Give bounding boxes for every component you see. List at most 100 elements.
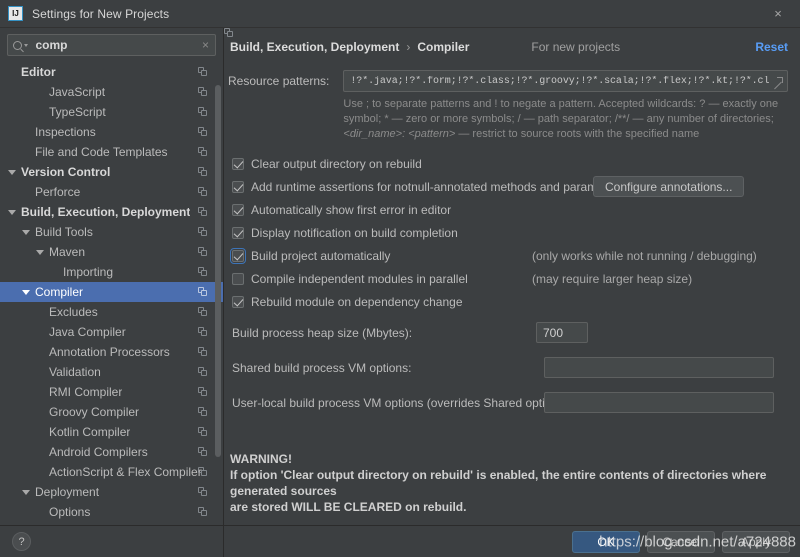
sidebar-item-gradle-android-compiler[interactable]: Gradle-Android Compiler [0, 522, 223, 525]
copy-icon[interactable] [198, 487, 207, 496]
copy-icon[interactable] [198, 447, 207, 456]
sidebar-item-importing[interactable]: Importing [0, 262, 223, 282]
copy-icon[interactable] [198, 507, 207, 516]
sidebar-item-label: JavaScript [49, 85, 106, 99]
settings-tree-scroll: Editor JavaScript TypeScript Inspections Fil… [0, 61, 223, 525]
sidebar-item-javascript[interactable]: JavaScript [0, 82, 223, 102]
configure-annotations-button[interactable]: Configure annotations... [593, 176, 745, 197]
copy-icon[interactable] [198, 347, 207, 356]
sidebar-item-build-tools[interactable]: Build Tools [0, 222, 223, 242]
checkbox-automatically-show-first-error-in-editor[interactable] [232, 204, 244, 216]
copy-icon[interactable] [198, 227, 207, 236]
sidebar-item-typescript[interactable]: TypeScript [0, 102, 223, 122]
copy-icon[interactable] [198, 187, 207, 196]
cancel-button[interactable]: Cancel [647, 530, 715, 553]
sidebar-item-validation[interactable]: Validation [0, 362, 223, 382]
copy-icon[interactable] [198, 307, 207, 316]
checkbox-label-clear-output-directory-on-rebuild[interactable]: Clear output directory on rebuild [251, 157, 422, 171]
heap-size-row: Build process heap size (Mbytes): [232, 322, 788, 343]
checkbox-compile-independent-modules-in-parallel[interactable] [232, 273, 244, 285]
sidebar-item-excludes[interactable]: Excludes [0, 302, 223, 322]
copy-icon[interactable] [198, 127, 207, 136]
checkbox-note-compile-independent-modules-in-parallel: (may require larger heap size) [532, 272, 693, 286]
sidebar-item-label: Kotlin Compiler [49, 425, 131, 439]
sidebar-item-groovy-compiler[interactable]: Groovy Compiler [0, 402, 223, 422]
copy-icon[interactable] [198, 207, 207, 216]
ok-button[interactable]: OK [572, 530, 640, 553]
expand-arrow-icon[interactable] [22, 229, 30, 235]
sidebar-item-inspections[interactable]: Inspections [0, 122, 223, 142]
sidebar-item-options[interactable]: Options [0, 502, 223, 522]
sidebar-item-label: Compiler [35, 285, 84, 299]
checkbox-row-clear-output-directory-on-rebuild: Clear output directory on rebuild [232, 155, 788, 173]
chevron-down-icon[interactable] [23, 43, 28, 47]
expand-arrow-icon[interactable] [8, 209, 16, 215]
checkbox-add-runtime-assertions-for-notnull-annotated-methods-and-parameters[interactable] [232, 181, 244, 193]
checkbox-label-display-notification-on-build-completion[interactable]: Display notification on build completion [251, 226, 458, 240]
checkbox-rebuild-module-on-dependency-change[interactable] [232, 296, 244, 308]
userlocal-vm-options-row: User-local build process VM options (ove… [232, 392, 788, 413]
sidebar-item-editor[interactable]: Editor [0, 62, 223, 82]
checkbox-label-automatically-show-first-error-in-editor[interactable]: Automatically show first error in editor [251, 203, 451, 217]
copy-icon[interactable] [198, 147, 207, 156]
sidebar-item-android-compilers[interactable]: Android Compilers [0, 442, 223, 462]
checkbox-label-compile-independent-modules-in-parallel[interactable]: Compile independent modules in parallel [251, 272, 468, 286]
checkbox-label-rebuild-module-on-dependency-change[interactable]: Rebuild module on dependency change [251, 295, 463, 309]
resource-patterns-input[interactable] [350, 75, 769, 87]
heap-size-input[interactable] [536, 322, 588, 343]
sidebar-item-compiler[interactable]: Compiler [0, 282, 223, 302]
reset-link[interactable]: Reset [755, 40, 788, 54]
breadcrumb-root[interactable]: Build, Execution, Deployment [230, 40, 399, 54]
copy-icon[interactable] [198, 387, 207, 396]
dialog-body: × Editor JavaScript TypeScript Inspections F… [0, 28, 800, 557]
sidebar-item-java-compiler[interactable]: Java Compiler [0, 322, 223, 342]
apply-button[interactable]: Apply [722, 530, 790, 553]
sidebar-item-version-control[interactable]: Version Control [0, 162, 223, 182]
expand-arrow-icon[interactable] [36, 249, 44, 255]
copy-icon[interactable] [198, 327, 207, 336]
clear-search-icon[interactable]: × [201, 38, 210, 52]
search-box[interactable]: × [7, 34, 216, 56]
resource-patterns-field[interactable] [343, 70, 788, 92]
help-button[interactable]: ? [12, 532, 31, 551]
close-icon[interactable]: × [756, 0, 800, 28]
copy-icon[interactable] [198, 407, 207, 416]
copy-icon[interactable] [198, 247, 207, 256]
sidebar-item-perforce[interactable]: Perforce [0, 182, 223, 202]
copy-icon[interactable] [198, 267, 207, 276]
checkbox-build-project-automatically[interactable] [230, 248, 246, 264]
sidebar-item-label: Editor [21, 65, 56, 79]
copy-icon[interactable] [198, 367, 207, 376]
sidebar-item-actionscript-flex-compiler[interactable]: ActionScript & Flex Compiler [0, 462, 223, 482]
sidebar-item-maven[interactable]: Maven [0, 242, 223, 262]
checkbox-row-compile-independent-modules-in-parallel: Compile independent modules in parallel (… [232, 270, 788, 288]
checkbox-label-build-project-automatically[interactable]: Build project automatically [251, 249, 390, 263]
sidebar-item-kotlin-compiler[interactable]: Kotlin Compiler [0, 422, 223, 442]
checkbox-clear-output-directory-on-rebuild[interactable] [232, 158, 244, 170]
copy-icon[interactable] [198, 67, 207, 76]
copy-icon[interactable] [198, 87, 207, 96]
search-container: × [0, 28, 223, 61]
expand-arrow-icon[interactable] [8, 169, 16, 175]
sidebar-item-build-execution-deployment[interactable]: Build, Execution, Deployment [0, 202, 223, 222]
shared-vm-options-input[interactable] [544, 357, 774, 378]
sidebar-item-file-and-code-templates[interactable]: File and Code Templates [0, 142, 223, 162]
expand-icon[interactable] [773, 76, 783, 90]
expand-arrow-icon[interactable] [22, 289, 30, 295]
checkbox-display-notification-on-build-completion[interactable] [232, 227, 244, 239]
checkbox-label-add-runtime-assertions-for-notnull-annotated-methods-and-parameters[interactable]: Add runtime assertions for notnull-annot… [251, 180, 624, 194]
hint-italic: <dir_name>: <pattern> [343, 128, 456, 140]
expand-arrow-icon[interactable] [22, 489, 30, 495]
userlocal-vm-options-input[interactable] [544, 392, 774, 413]
search-input[interactable] [35, 38, 201, 52]
copy-icon[interactable] [198, 287, 207, 296]
copy-icon[interactable] [198, 107, 207, 116]
sidebar-item-annotation-processors[interactable]: Annotation Processors [0, 342, 223, 362]
sidebar-scrollbar[interactable] [215, 85, 221, 457]
sidebar-item-deployment[interactable]: Deployment [0, 482, 223, 502]
copy-icon[interactable] [198, 167, 207, 176]
sidebar-item-rmi-compiler[interactable]: RMI Compiler [0, 382, 223, 402]
copy-icon[interactable] [198, 427, 207, 436]
title-bar: IJ Settings for New Projects × [0, 0, 800, 28]
copy-icon[interactable] [198, 467, 207, 476]
